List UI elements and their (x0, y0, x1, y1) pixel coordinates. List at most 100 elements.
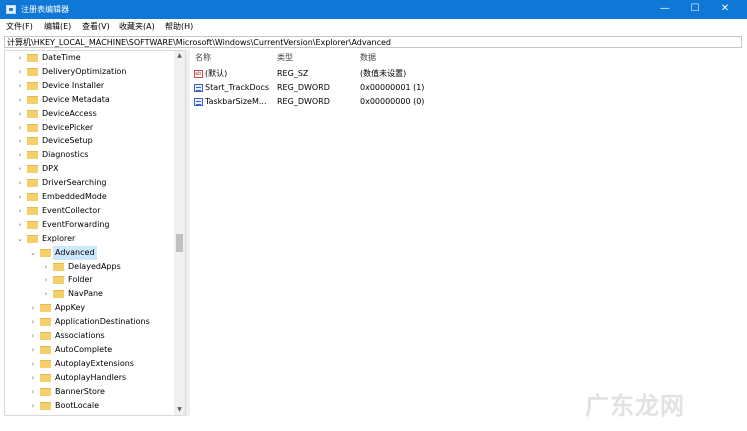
dword-value-icon (194, 84, 203, 92)
collapsed-arrow-icon[interactable]: › (16, 79, 24, 93)
tree-item-eventforwarding[interactable]: › EventForwarding (5, 218, 173, 232)
tree-item-device-installer[interactable]: › Device Installer (5, 79, 173, 93)
tree-item-devicepicker[interactable]: › DevicePicker (5, 121, 173, 135)
tree-item-associations[interactable]: › Associations (5, 329, 173, 343)
value-data: 0x00000001 (1) (360, 83, 425, 92)
collapsed-arrow-icon[interactable]: › (29, 399, 37, 413)
collapsed-arrow-icon[interactable]: › (29, 343, 37, 357)
collapsed-arrow-icon[interactable]: › (29, 315, 37, 329)
scrollbar-thumb[interactable] (176, 234, 183, 252)
collapsed-arrow-icon[interactable]: › (16, 148, 24, 162)
tree-item-explorer[interactable]: ⌄ Explorer (5, 232, 173, 246)
tree-scrollbar[interactable]: ▲ ▼ (174, 51, 185, 415)
tree-item-appkey[interactable]: › AppKey (5, 301, 173, 315)
tree-item-label: Advanced (53, 245, 97, 260)
minimize-button[interactable]: — (651, 0, 679, 19)
tree-item-bannerstore[interactable]: › BannerStore (5, 385, 173, 399)
tree-item-deliveryoptimization[interactable]: › DeliveryOptimization (5, 65, 173, 79)
value-type: REG_SZ (277, 69, 309, 78)
collapsed-arrow-icon[interactable]: › (16, 51, 24, 65)
key-tree[interactable]: › DateTime › DeliveryOptimization › Device In… (4, 50, 186, 416)
folder-icon (27, 67, 38, 76)
menu-view[interactable]: 查看(V) (82, 21, 110, 32)
collapsed-arrow-icon[interactable]: › (16, 107, 24, 121)
maximize-button[interactable]: ☐ (681, 0, 709, 19)
tree-item-label: NavPane (68, 289, 103, 299)
menu-help[interactable]: 帮助(H) (165, 21, 193, 32)
tree-item-folder[interactable]: › Folder (5, 273, 173, 287)
tree-item-label: DeliveryOptimization (42, 66, 127, 76)
tree-item-label: DevicePicker (42, 122, 94, 132)
tree-item-embeddedmode[interactable]: › EmbeddedMode (5, 190, 173, 204)
tree-item-autoplayextensions[interactable]: › AutoplayExtensions (5, 357, 173, 371)
folder-icon (27, 220, 38, 229)
collapsed-arrow-icon[interactable]: › (16, 121, 24, 135)
folder-icon (40, 304, 51, 313)
dword-value-icon (194, 98, 203, 106)
folder-icon (40, 373, 51, 382)
values-list[interactable]: 名称 类型 数据 (默认) REG_SZ (数值未设置) Start_TrackDoc… (190, 50, 742, 416)
tree-item-datetime[interactable]: › DateTime (5, 51, 173, 65)
folder-icon (53, 262, 64, 271)
tree-item-label: ApplicationDestinations (55, 317, 150, 327)
tree-item-bootlocale[interactable]: › BootLocale (5, 399, 173, 413)
folder-icon (27, 165, 38, 174)
tree-item-label: AutoComplete (55, 344, 113, 354)
expanded-arrow-icon[interactable]: ⌄ (16, 232, 24, 246)
column-header-name[interactable]: 名称 (195, 53, 211, 63)
collapsed-arrow-icon[interactable]: › (16, 190, 24, 204)
close-button[interactable]: ✕ (711, 0, 739, 19)
tree-item-label: BootLocale (55, 400, 100, 410)
expanded-arrow-icon[interactable]: ⌄ (29, 246, 37, 260)
collapsed-arrow-icon[interactable]: › (16, 65, 24, 79)
value-data: (数值未设置) (360, 69, 407, 78)
tree-item-diagnostics[interactable]: › Diagnostics (5, 148, 173, 162)
value-row[interactable]: TaskbarSizeM... REG_DWORD 0x00000000 (0) (190, 95, 742, 109)
tree-item-delayedapps[interactable]: › DelayedApps (5, 260, 173, 274)
address-bar[interactable]: 计算机\HKEY_LOCAL_MACHINE\SOFTWARE\Microsof… (4, 36, 742, 48)
tree-item-label: Associations (55, 331, 105, 340)
collapsed-arrow-icon[interactable]: › (42, 260, 50, 274)
folder-icon (27, 151, 38, 160)
value-row[interactable]: (默认) REG_SZ (数值未设置) (190, 67, 742, 81)
scroll-down-icon[interactable]: ▼ (174, 405, 185, 415)
tree-item-applicationdestinations[interactable]: › ApplicationDestinations (5, 315, 173, 329)
collapsed-arrow-icon[interactable]: › (16, 134, 24, 148)
folder-icon (27, 95, 38, 104)
collapsed-arrow-icon[interactable]: › (29, 385, 37, 399)
menu-file[interactable]: 文件(F) (6, 21, 33, 32)
value-name: Start_TrackDocs (205, 83, 270, 92)
column-header-type[interactable]: 类型 (277, 53, 293, 63)
tree-item-driversearching[interactable]: › DriverSearching (5, 176, 173, 190)
menu-favorites[interactable]: 收藏夹(A) (119, 21, 155, 32)
tree-item-autocomplete[interactable]: › AutoComplete (5, 343, 173, 357)
column-header-data[interactable]: 数据 (360, 53, 376, 63)
string-value-icon (194, 67, 203, 81)
value-name: (默认) (205, 69, 228, 78)
collapsed-arrow-icon[interactable]: › (29, 329, 37, 343)
collapsed-arrow-icon[interactable]: › (16, 162, 24, 176)
collapsed-arrow-icon[interactable]: › (29, 371, 37, 385)
menu-edit[interactable]: 编辑(E) (44, 21, 71, 32)
tree-item-autoplayhandlers[interactable]: › AutoplayHandlers (5, 371, 173, 385)
tree-item-deviceaccess[interactable]: › DeviceAccess (5, 107, 173, 121)
collapsed-arrow-icon[interactable]: › (16, 218, 24, 232)
collapsed-arrow-icon[interactable]: › (42, 287, 50, 301)
collapsed-arrow-icon[interactable]: › (16, 93, 24, 107)
tree-item-devicesetup[interactable]: › DeviceSetup (5, 134, 173, 148)
value-row[interactable]: Start_TrackDocs REG_DWORD 0x00000001 (1) (190, 81, 742, 95)
tree-item-eventcollector[interactable]: › EventCollector (5, 204, 173, 218)
collapsed-arrow-icon[interactable]: › (29, 357, 37, 371)
collapsed-arrow-icon[interactable]: › (16, 204, 24, 218)
tree-item-advanced[interactable]: ⌄ Advanced (5, 245, 173, 260)
collapsed-arrow-icon[interactable]: › (42, 273, 50, 287)
scroll-up-icon[interactable]: ▲ (174, 51, 185, 61)
collapsed-arrow-icon[interactable]: › (16, 176, 24, 190)
collapsed-arrow-icon[interactable]: › (29, 301, 37, 315)
tree-item-navpane[interactable]: › NavPane (5, 287, 173, 301)
tree-item-label: Folder (68, 275, 93, 285)
tree-item-device-metadata[interactable]: › Device Metadata (5, 93, 173, 107)
tree-item-dpx[interactable]: › DPX (5, 162, 173, 176)
tree-item-label: DateTime (42, 53, 81, 62)
folder-icon (27, 206, 38, 215)
